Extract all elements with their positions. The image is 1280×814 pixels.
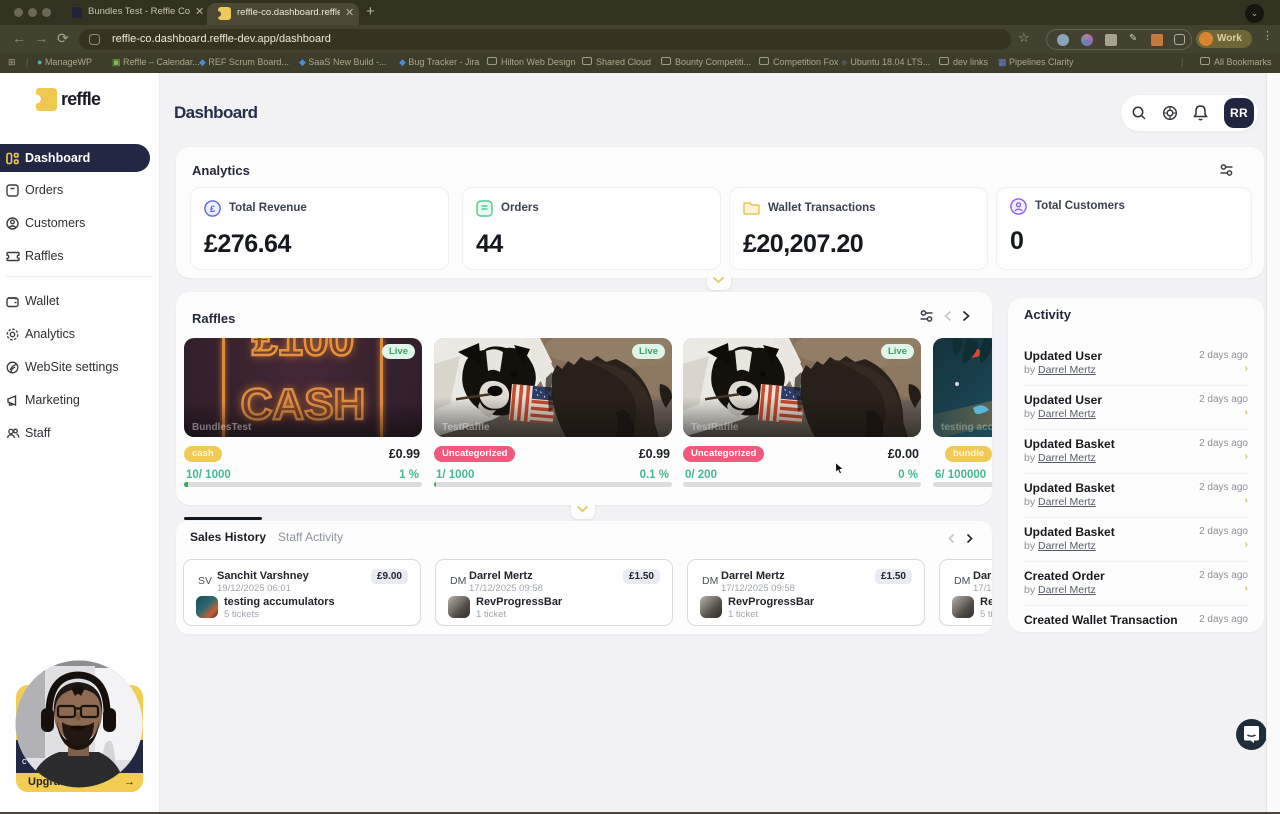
svg-text:£: £ (210, 204, 216, 215)
